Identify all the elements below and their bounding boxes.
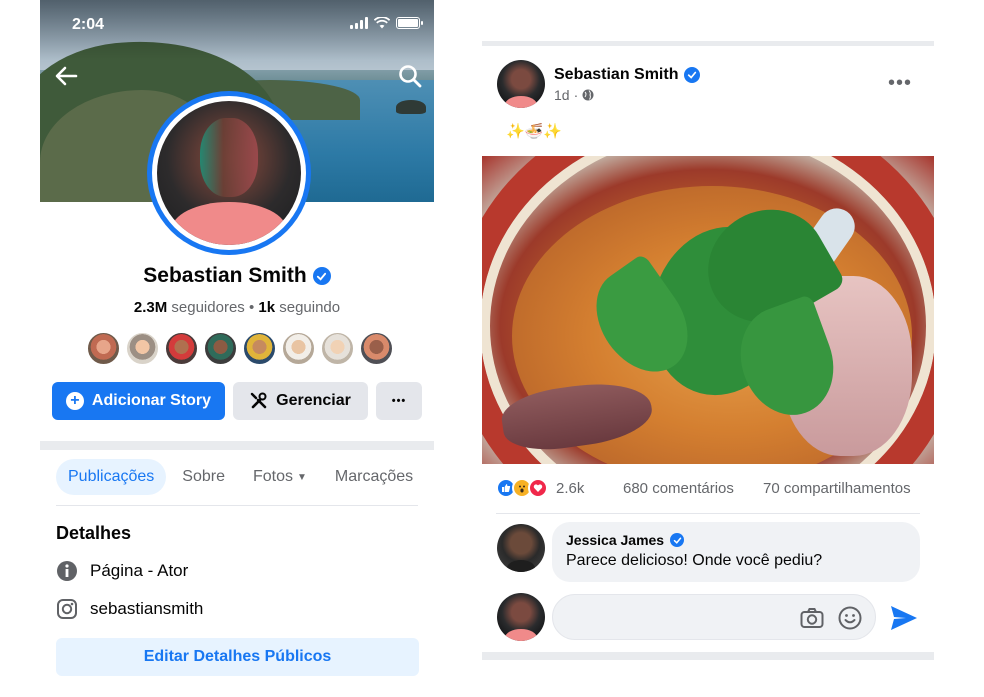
profile-screen: 2:04 Sebastian Smith 2.3M seguidores • 1… — [40, 0, 434, 697]
follower-avatar[interactable] — [125, 331, 160, 366]
avatar-photo — [157, 101, 301, 245]
follower-avatars[interactable] — [86, 331, 394, 366]
avatar-border — [152, 96, 306, 250]
wifi-icon — [374, 17, 390, 29]
verified-badge-icon — [312, 267, 331, 285]
emoji-icon[interactable] — [837, 605, 863, 631]
comment-input[interactable] — [567, 603, 787, 631]
manage-button[interactable]: Gerenciar — [233, 382, 368, 420]
shares-count[interactable]: 70 compartilhamentos — [763, 480, 911, 497]
comment-text: Parece delicioso! Onde você pediu? — [566, 552, 823, 569]
follower-avatar[interactable] — [320, 331, 355, 366]
comment-author-name[interactable]: Jessica James — [566, 532, 664, 548]
comments-count[interactable]: 680 comentários — [623, 480, 734, 497]
profile-avatar[interactable] — [147, 91, 311, 255]
follower-avatar[interactable] — [242, 331, 277, 366]
details-title: Detalhes — [56, 523, 132, 543]
send-icon[interactable] — [888, 602, 920, 634]
comment-composer — [552, 594, 876, 640]
more-icon: ••• — [391, 395, 407, 407]
profile-actions: + Adicionar Story Gerenciar ••• — [52, 382, 422, 420]
reactions-count: 2.6k — [556, 479, 585, 497]
page-type-label: Página - Ator — [90, 561, 189, 580]
instagram-handle: sebastiansmith — [90, 599, 204, 618]
follower-avatar[interactable] — [164, 331, 199, 366]
following-count[interactable]: 1k — [258, 299, 275, 316]
tab-publicacoes[interactable]: Publicações — [56, 459, 167, 495]
feed-divider — [482, 652, 934, 660]
globe-icon — [582, 89, 594, 101]
divider — [496, 513, 920, 514]
detail-instagram[interactable]: sebastiansmith — [56, 598, 203, 620]
post-photo[interactable] — [482, 156, 934, 464]
add-story-button[interactable]: + Adicionar Story — [52, 382, 225, 420]
profile-tabs: Publicações Sobre Fotos ▼ Marcações — [56, 459, 425, 495]
post-author-name[interactable]: Sebastian Smith — [554, 66, 678, 84]
tab-sobre[interactable]: Sobre — [170, 459, 237, 495]
edit-public-details-button[interactable]: Editar Detalhes Públicos — [56, 638, 419, 676]
post-author-avatar[interactable] — [497, 60, 545, 108]
follower-avatar[interactable] — [359, 331, 394, 366]
commenter-avatar[interactable] — [497, 524, 545, 572]
detail-page-type: Página - Ator — [56, 560, 188, 582]
post-meta: 1d · — [554, 87, 594, 103]
profile-name-row: Sebastian Smith — [40, 264, 434, 288]
cover-rock — [396, 100, 426, 114]
tab-fotos[interactable]: Fotos ▼ — [241, 459, 319, 495]
cellular-signal-icon — [350, 17, 368, 29]
followers-label: seguidores • — [167, 299, 259, 316]
tab-fotos-label: Fotos — [252, 468, 293, 485]
post-card: Sebastian Smith 1d · ••• ✨🍜✨ 2.6k 680 co… — [482, 0, 934, 697]
add-story-label: Adicionar Story — [91, 392, 212, 409]
follower-avatar[interactable] — [203, 331, 238, 366]
comment-author-row: Jessica James — [566, 532, 906, 548]
love-reaction-icon — [528, 478, 548, 498]
verified-badge-icon — [670, 533, 685, 547]
current-user-avatar — [497, 593, 545, 641]
followers-count[interactable]: 2.3M — [134, 299, 167, 316]
tab-marcacoes[interactable]: Marcações — [323, 459, 425, 495]
follower-avatar[interactable] — [86, 331, 121, 366]
follow-stats: 2.3M seguidores • 1k seguindo — [40, 299, 434, 316]
battery-icon — [396, 17, 423, 29]
verified-badge-icon — [684, 67, 701, 83]
instagram-icon — [56, 598, 78, 620]
avatar-shirt — [171, 201, 287, 245]
post-options-button[interactable]: ••• — [888, 72, 912, 95]
following-label: seguindo — [275, 299, 341, 316]
more-options-button[interactable]: ••• — [376, 382, 422, 420]
post-author-row: Sebastian Smith — [554, 66, 701, 84]
follower-avatar[interactable] — [281, 331, 316, 366]
divider — [56, 505, 418, 506]
reactions-summary[interactable]: 2.6k — [496, 478, 584, 498]
search-icon[interactable] — [396, 62, 424, 90]
section-divider — [40, 441, 434, 450]
meta-separator: · — [573, 87, 579, 103]
manage-label: Gerenciar — [276, 392, 351, 409]
profile-name: Sebastian Smith — [143, 264, 307, 287]
post-time[interactable]: 1d — [554, 87, 570, 103]
status-icons — [350, 17, 423, 29]
tools-icon — [250, 392, 267, 409]
plus-icon: + — [65, 392, 84, 410]
back-arrow-icon[interactable] — [52, 62, 80, 90]
feed-divider — [482, 41, 934, 46]
info-icon — [56, 560, 78, 582]
avatar-face — [200, 118, 258, 198]
status-time: 2:04 — [72, 16, 105, 33]
camera-icon[interactable] — [799, 605, 825, 631]
caret-down-icon: ▼ — [297, 471, 307, 483]
post-text: ✨🍜✨ — [506, 123, 563, 140]
comment-bubble: Jessica James Parece delicioso! Onde voc… — [552, 522, 920, 582]
